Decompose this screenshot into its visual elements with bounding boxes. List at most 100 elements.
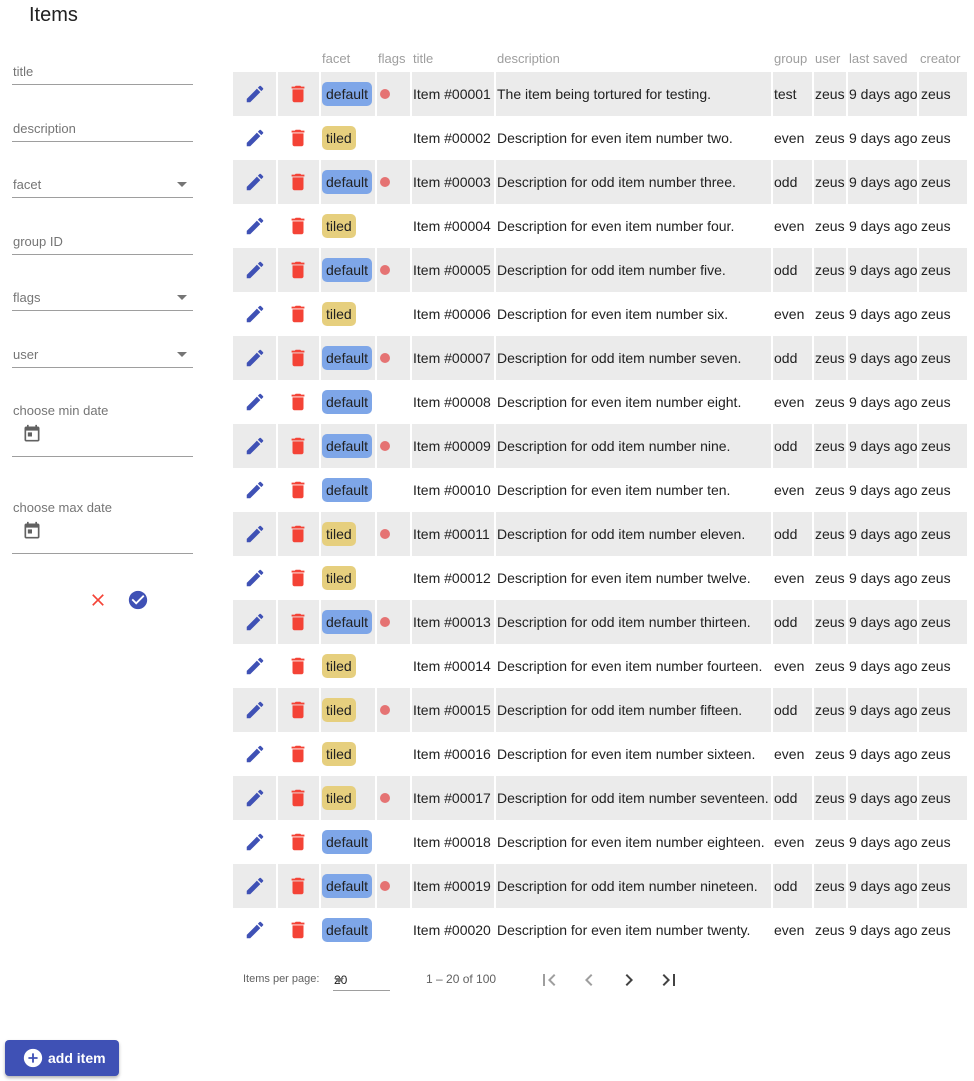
next-page-icon[interactable] bbox=[617, 968, 641, 992]
flags-filter-select[interactable]: flags bbox=[12, 286, 193, 311]
description-cell: Description for even item number eight. bbox=[497, 394, 742, 410]
header-group[interactable]: group bbox=[774, 51, 807, 66]
delete-icon[interactable] bbox=[287, 567, 309, 589]
delete-icon[interactable] bbox=[287, 655, 309, 677]
delete-icon[interactable] bbox=[287, 875, 309, 897]
column-divider bbox=[494, 512, 496, 556]
edit-icon[interactable] bbox=[244, 215, 266, 237]
column-divider bbox=[846, 424, 848, 468]
delete-icon[interactable] bbox=[287, 611, 309, 633]
max-date-placeholder: choose max date bbox=[13, 500, 113, 515]
edit-icon[interactable] bbox=[244, 919, 266, 941]
edit-icon[interactable] bbox=[244, 787, 266, 809]
facet-chip: tiled bbox=[322, 522, 356, 546]
column-divider bbox=[410, 424, 412, 468]
add-item-button[interactable]: add item bbox=[5, 1040, 119, 1076]
facet-chip: tiled bbox=[322, 786, 356, 810]
header-user[interactable]: user bbox=[815, 51, 840, 66]
edit-icon[interactable] bbox=[244, 567, 266, 589]
group-cell: even bbox=[774, 130, 805, 146]
group-cell: odd bbox=[774, 614, 798, 630]
user-filter-select[interactable]: user bbox=[12, 343, 193, 368]
calendar-icon[interactable] bbox=[22, 521, 42, 541]
edit-icon[interactable] bbox=[244, 303, 266, 325]
edit-icon[interactable] bbox=[244, 523, 266, 545]
column-divider bbox=[771, 336, 773, 380]
group-cell: odd bbox=[774, 438, 798, 454]
column-divider bbox=[375, 160, 377, 204]
header-description[interactable]: description bbox=[497, 51, 560, 66]
edit-icon[interactable] bbox=[244, 699, 266, 721]
edit-icon[interactable] bbox=[244, 391, 266, 413]
header-facet[interactable]: facet bbox=[322, 51, 350, 66]
last-page-icon[interactable] bbox=[657, 968, 681, 992]
delete-icon[interactable] bbox=[287, 127, 309, 149]
edit-icon[interactable] bbox=[244, 127, 266, 149]
last-saved-cell: 9 days ago bbox=[849, 790, 918, 806]
apply-filters-check-circle-icon[interactable] bbox=[127, 589, 149, 611]
header-last-saved[interactable]: last saved bbox=[849, 51, 908, 66]
delete-icon[interactable] bbox=[287, 787, 309, 809]
header-creator[interactable]: creator bbox=[920, 51, 960, 66]
facet-chip: default bbox=[322, 390, 373, 414]
delete-icon[interactable] bbox=[287, 171, 309, 193]
delete-icon[interactable] bbox=[287, 259, 309, 281]
delete-icon[interactable] bbox=[287, 215, 309, 237]
delete-icon[interactable] bbox=[287, 391, 309, 413]
column-divider bbox=[771, 160, 773, 204]
edit-icon[interactable] bbox=[244, 655, 266, 677]
delete-icon[interactable] bbox=[287, 347, 309, 369]
table-row: default Item #00007 Description for odd it… bbox=[233, 336, 967, 380]
group-id-filter-placeholder: group ID bbox=[13, 234, 63, 249]
column-divider bbox=[494, 248, 496, 292]
edit-icon[interactable] bbox=[244, 875, 266, 897]
description-filter-input[interactable]: description bbox=[12, 117, 193, 142]
edit-icon[interactable] bbox=[244, 831, 266, 853]
max-date-field[interactable]: choose max date bbox=[12, 500, 193, 554]
title-cell: Item #00016 bbox=[413, 746, 491, 762]
first-page-icon[interactable] bbox=[537, 968, 561, 992]
delete-icon[interactable] bbox=[287, 83, 309, 105]
column-divider bbox=[771, 424, 773, 468]
facet-filter-select[interactable]: facet bbox=[12, 173, 193, 198]
delete-icon[interactable] bbox=[287, 743, 309, 765]
delete-icon[interactable] bbox=[287, 919, 309, 941]
title-cell: Item #00018 bbox=[413, 834, 491, 850]
creator-cell: zeus bbox=[921, 526, 951, 542]
delete-icon[interactable] bbox=[287, 699, 309, 721]
min-date-field[interactable]: choose min date bbox=[12, 403, 193, 457]
delete-icon[interactable] bbox=[287, 303, 309, 325]
column-divider bbox=[276, 72, 278, 116]
column-divider bbox=[494, 424, 496, 468]
calendar-icon[interactable] bbox=[22, 424, 42, 444]
flags-filter-placeholder: flags bbox=[13, 290, 41, 305]
edit-icon[interactable] bbox=[244, 743, 266, 765]
table-row: tiled Item #00002 Description for even ite… bbox=[233, 116, 967, 160]
edit-icon[interactable] bbox=[244, 171, 266, 193]
group-id-filter-input[interactable]: group ID bbox=[12, 230, 193, 255]
items-per-page-label: Items per page: bbox=[243, 973, 320, 985]
delete-icon[interactable] bbox=[287, 523, 309, 545]
column-divider bbox=[276, 248, 278, 292]
description-cell: Description for even item number twelve. bbox=[497, 570, 751, 586]
header-flags[interactable]: flags bbox=[378, 51, 405, 66]
edit-icon[interactable] bbox=[244, 83, 266, 105]
page-size-select[interactable]: 20 bbox=[333, 968, 390, 991]
delete-icon[interactable] bbox=[287, 479, 309, 501]
edit-icon[interactable] bbox=[244, 479, 266, 501]
facet-chip: tiled bbox=[322, 214, 356, 238]
clear-filters-close-icon[interactable] bbox=[88, 590, 108, 610]
title-filter-input[interactable]: title bbox=[12, 60, 193, 85]
header-title[interactable]: title bbox=[413, 51, 433, 66]
edit-icon[interactable] bbox=[244, 347, 266, 369]
delete-icon[interactable] bbox=[287, 831, 309, 853]
column-divider bbox=[846, 864, 848, 908]
delete-icon[interactable] bbox=[287, 435, 309, 457]
column-divider bbox=[410, 248, 412, 292]
previous-page-icon[interactable] bbox=[577, 968, 601, 992]
edit-icon[interactable] bbox=[244, 259, 266, 281]
edit-icon[interactable] bbox=[244, 435, 266, 457]
group-cell: even bbox=[774, 746, 805, 762]
edit-icon[interactable] bbox=[244, 611, 266, 633]
last-saved-cell: 9 days ago bbox=[849, 570, 918, 586]
